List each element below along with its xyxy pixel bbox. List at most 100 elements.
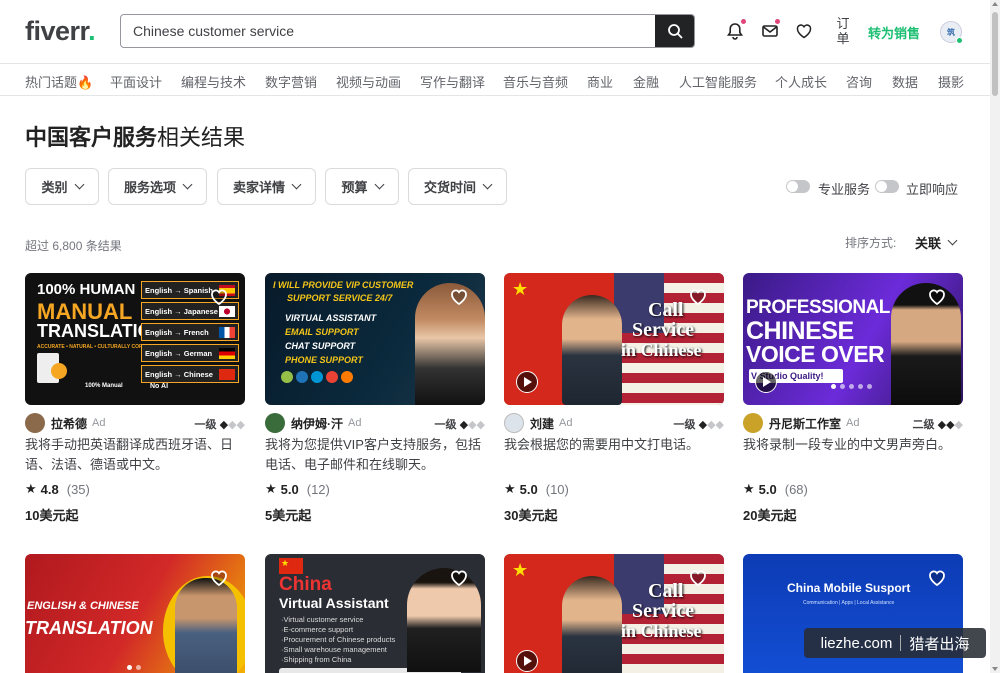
carousel-dots[interactable]: [831, 384, 872, 389]
seller-avatar[interactable]: [743, 413, 763, 433]
gig-card[interactable]: ★ Call Service in Chinese: [504, 554, 724, 673]
seller-name[interactable]: 拉希德: [51, 415, 87, 432]
gig-card[interactable]: 100% HUMAN MANUAL TRANSLATION ACCURATE •…: [25, 273, 245, 524]
favorite-heart-icon[interactable]: [449, 287, 469, 307]
ad-badge: Ad: [92, 417, 106, 429]
gig-card[interactable]: I WILL PROVIDE VIP CUSTOMER SUPPORT SERV…: [265, 273, 485, 524]
star-icon: ★: [743, 481, 755, 496]
become-seller-link[interactable]: 转为销售: [868, 23, 920, 42]
favorite-heart-icon[interactable]: [209, 568, 229, 588]
gig-thumbnail[interactable]: ENGLISH & CHINESE TRANSLATION: [25, 554, 245, 673]
germany-flag-icon: [219, 347, 235, 359]
seller-avatar[interactable]: [265, 413, 285, 433]
category-nav: 热门话题🔥 平面设计 编程与技术 数字营销 视频与动画 写作与翻译 音乐与音频 …: [0, 63, 990, 96]
gig-card[interactable]: PROFESSIONAL CHINESE VOICE OVER V Studio…: [743, 273, 963, 524]
filter-seller-details[interactable]: 卖家详情: [217, 168, 316, 205]
thumb-text: English → French: [145, 327, 209, 337]
seller-avatar[interactable]: [25, 413, 45, 433]
scrollbar-thumb[interactable]: [992, 12, 998, 96]
search-input[interactable]: [121, 15, 655, 47]
user-avatar[interactable]: 筑: [940, 21, 963, 44]
pro-services-label: 专业服务: [818, 182, 871, 197]
gig-title[interactable]: 我将手动把英语翻译成西班牙语、日语、法语、德语或中文。: [25, 435, 245, 475]
gig-price: 20美元起: [743, 508, 797, 523]
category-item[interactable]: 热门话题🔥: [25, 72, 93, 91]
category-item[interactable]: 摄影: [938, 72, 964, 91]
favorite-heart-icon[interactable]: [449, 568, 469, 588]
filter-delivery-time[interactable]: 交货时间: [408, 168, 507, 205]
pro-services-toggle[interactable]: [786, 180, 810, 193]
thumb-text: CHAT SUPPORT: [285, 341, 356, 351]
filter-service-options[interactable]: 服务选项: [108, 168, 207, 205]
favorite-heart-icon[interactable]: [209, 287, 229, 307]
play-video-icon[interactable]: [755, 371, 777, 393]
play-video-icon[interactable]: [516, 371, 538, 393]
gig-card[interactable]: ★ China Virtual Assistant ·Virtual custo…: [265, 554, 485, 673]
category-item[interactable]: 人工智能服务: [679, 72, 757, 91]
category-item[interactable]: 咨询: [846, 72, 872, 91]
category-item[interactable]: 音乐与音频: [503, 72, 568, 91]
seller-name[interactable]: 刘建: [530, 415, 554, 432]
favorite-heart-icon[interactable]: [927, 287, 947, 307]
top-header: fiverr. 订单 转为销售 筑: [0, 0, 990, 63]
thumb-text: ·Procurement of Chinese products: [281, 635, 396, 644]
sort-dropdown[interactable]: 关联: [915, 233, 958, 252]
filter-budget[interactable]: 预算: [325, 168, 399, 205]
orders-link[interactable]: 订单: [836, 16, 850, 46]
thumb-text: I WILL PROVIDE VIP CUSTOMER: [273, 280, 414, 290]
seller-name[interactable]: 丹尼斯工作室: [769, 415, 841, 432]
thumb-text: 100% HUMAN: [37, 281, 136, 298]
bell-icon[interactable]: [726, 22, 744, 40]
gig-title[interactable]: 我将为您提供VIP客户支持服务，包括电话、电子邮件和在线聊天。: [265, 435, 485, 475]
filter-category[interactable]: 类别: [25, 168, 99, 205]
favorite-heart-icon[interactable]: [927, 568, 947, 588]
category-item[interactable]: 写作与翻译: [420, 72, 485, 91]
category-item[interactable]: 数据: [892, 72, 918, 91]
gig-card[interactable]: ★ Call Service in Chinese 刘建 Ad 一级 ◆◆◆ 我…: [504, 273, 724, 524]
gig-rating: ★ 5.0 (12): [265, 481, 330, 497]
gig-thumbnail[interactable]: I WILL PROVIDE VIP CUSTOMER SUPPORT SERV…: [265, 273, 485, 405]
page-scrollbar[interactable]: [990, 0, 1000, 673]
scroll-up-arrow-icon[interactable]: [992, 2, 998, 6]
seller-name[interactable]: 纳伊姆·汗: [291, 415, 343, 432]
favorite-heart-icon[interactable]: [688, 287, 708, 307]
gig-thumbnail[interactable]: ★ Call Service in Chinese: [504, 554, 724, 673]
gig-title[interactable]: 我将录制一段专业的中文男声旁白。: [743, 435, 963, 475]
mail-notification-dot: [775, 19, 780, 24]
gig-rating: ★ 5.0 (68): [743, 481, 808, 497]
favorite-heart-icon[interactable]: [688, 568, 708, 588]
chevron-down-icon: [947, 235, 958, 246]
fiverr-logo[interactable]: fiverr.: [25, 16, 96, 47]
gig-title[interactable]: 我会根据您的需要用中文打电话。: [504, 435, 724, 475]
scroll-down-arrow-icon[interactable]: [992, 667, 998, 671]
thumb-text: ·Virtual customer service: [281, 615, 364, 624]
category-item[interactable]: 金融: [633, 72, 659, 91]
category-item[interactable]: 个人成长: [775, 72, 827, 91]
thumb-text: English → Spanish: [145, 285, 213, 295]
search-bar: [120, 14, 695, 48]
gig-card[interactable]: ENGLISH & CHINESE TRANSLATION: [25, 554, 245, 673]
page-title: 中国客户服务相关结果: [25, 125, 246, 150]
man-on-phone-art: [562, 576, 622, 673]
bell-notification-dot: [741, 19, 746, 24]
carousel-dots[interactable]: [127, 665, 141, 670]
search-button[interactable]: [655, 15, 694, 47]
seller-avatar[interactable]: [504, 413, 524, 433]
mail-icon[interactable]: [761, 22, 779, 40]
sort-label: 排序方式:: [845, 236, 897, 250]
category-item[interactable]: 平面设计: [110, 72, 162, 91]
gig-thumbnail[interactable]: ★ China Virtual Assistant ·Virtual custo…: [265, 554, 485, 673]
instant-response-toggle[interactable]: [875, 180, 899, 193]
category-item[interactable]: 视频与动画: [336, 72, 401, 91]
gig-price: 30美元起: [504, 508, 558, 523]
category-item[interactable]: 数字营销: [265, 72, 317, 91]
heart-icon[interactable]: [795, 22, 813, 40]
gig-price: 5美元起: [265, 508, 312, 523]
chevron-down-icon: [74, 179, 84, 190]
category-item[interactable]: 编程与技术: [181, 72, 246, 91]
gig-thumbnail[interactable]: 100% HUMAN MANUAL TRANSLATION ACCURATE •…: [25, 273, 245, 405]
gig-thumbnail[interactable]: PROFESSIONAL CHINESE VOICE OVER V Studio…: [743, 273, 963, 405]
play-video-icon[interactable]: [516, 650, 538, 672]
category-item[interactable]: 商业: [587, 72, 613, 91]
gig-thumbnail[interactable]: ★ Call Service in Chinese: [504, 273, 724, 405]
